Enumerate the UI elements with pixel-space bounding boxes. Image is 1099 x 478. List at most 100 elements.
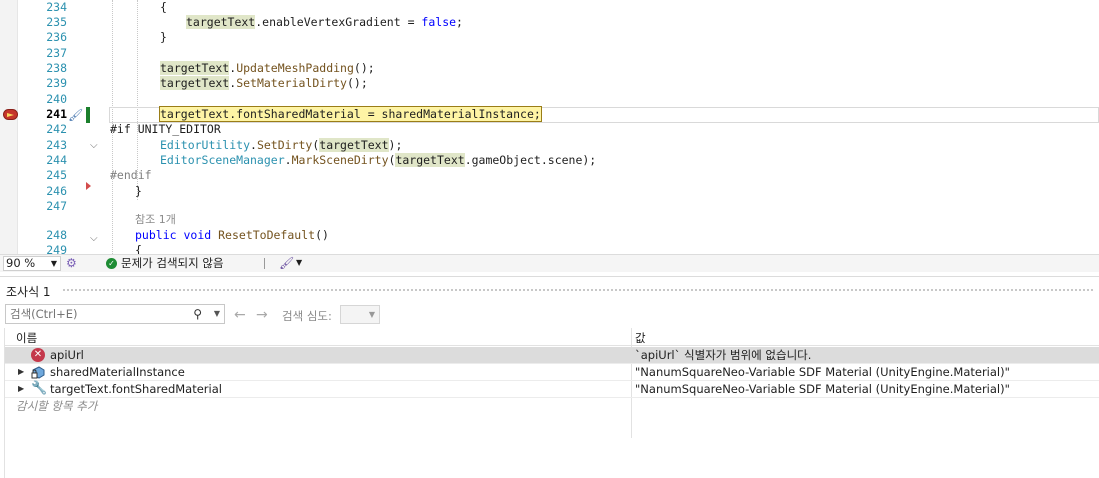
- code-line[interactable]: 237: [0, 46, 1099, 62]
- code-line[interactable]: 240: [0, 92, 1099, 108]
- code-text[interactable]: }: [160, 30, 167, 46]
- code-line[interactable]: 249 {: [0, 243, 1099, 254]
- code-line[interactable]: 245 #endif: [0, 168, 1099, 184]
- code-line[interactable]: 242 #if UNITY_EDITOR: [0, 122, 1099, 138]
- search-next-arrow-icon[interactable]: →: [256, 307, 268, 323]
- code-text[interactable]: targetText.SetMaterialDirty();: [160, 76, 368, 92]
- expand-arrow-icon[interactable]: ▶: [18, 364, 24, 380]
- edit-continue-icon[interactable]: 🖌: [68, 108, 83, 122]
- watch-value[interactable]: `apiUrl` 식별자가 범위에 없습니다.: [635, 347, 811, 363]
- code-line[interactable]: 234 {: [0, 0, 1099, 16]
- code-line[interactable]: 244 EditorSceneManager.MarkSceneDirty(tar…: [0, 153, 1099, 169]
- divider: [264, 258, 265, 269]
- line-number: 248: [46, 228, 67, 242]
- watch-name[interactable]: targetText.fontSharedMaterial: [50, 381, 222, 397]
- code-token: #if UNITY_EDITOR: [110, 122, 221, 136]
- grid-header: 이름 값: [5, 328, 1099, 346]
- line-number: 239: [46, 76, 67, 90]
- line-number: 241: [46, 107, 67, 121]
- code-line[interactable]: 243 EditorUtility.SetDirty(targetText);: [0, 138, 1099, 154]
- line-number: 234: [46, 0, 67, 14]
- code-text[interactable]: EditorUtility.SetDirty(targetText);: [160, 138, 402, 154]
- watch-row[interactable]: ✕ apiUrl `apiUrl` 식별자가 범위에 없습니다.: [5, 347, 1099, 364]
- panel-title: 조사식 1: [6, 285, 51, 299]
- code-token: targetText: [319, 138, 389, 152]
- zoom-select[interactable]: 90 % ▼: [3, 256, 61, 271]
- column-header-value[interactable]: 값: [635, 330, 646, 346]
- watch-name[interactable]: apiUrl: [50, 347, 84, 363]
- search-box[interactable]: ⚲ ▼: [5, 304, 225, 324]
- code-line[interactable]: 239 targetText.SetMaterialDirty();: [0, 76, 1099, 92]
- code-cleanup-icon[interactable]: 🖌: [279, 256, 294, 270]
- line-number: 242: [46, 122, 67, 136]
- code-token: targetText: [186, 15, 256, 29]
- code-token: void: [183, 228, 212, 242]
- code-line[interactable]: 246}: [0, 184, 1099, 200]
- search-icon[interactable]: ⚲: [193, 307, 202, 321]
- code-text[interactable]: 참조 1개: [135, 212, 176, 228]
- code-token: );: [388, 138, 403, 152]
- code-token: SetDirty: [256, 138, 313, 152]
- watch-name[interactable]: sharedMaterialInstance: [50, 364, 185, 380]
- panel-grip[interactable]: [62, 288, 1094, 293]
- code-text[interactable]: {: [135, 243, 142, 254]
- code-line[interactable]: 238 targetText.UpdateMeshPadding();: [0, 61, 1099, 77]
- code-text[interactable]: public void ResetToDefault(): [135, 228, 329, 244]
- add-watch-row[interactable]: 감시할 항목 추가: [5, 398, 1099, 415]
- code-text[interactable]: targetText.enableVertexGradient = false;: [186, 15, 463, 31]
- code-editor[interactable]: 234 {235 targetText.enableVertexGradient =…: [0, 0, 1099, 254]
- code-token: .: [250, 138, 257, 152]
- search-input[interactable]: [6, 305, 191, 323]
- code-line[interactable]: 참조 1개: [0, 212, 1099, 228]
- line-number: 245: [46, 168, 67, 182]
- add-watch-placeholder[interactable]: 감시할 항목 추가: [16, 398, 97, 414]
- code-token: {: [160, 0, 167, 14]
- line-number: 246: [46, 184, 67, 198]
- issues-status[interactable]: 문제가 검색되지 않음: [121, 256, 224, 271]
- code-line[interactable]: 235 targetText.enableVertexGradient = fal…: [0, 15, 1099, 31]
- code-text[interactable]: targetText.UpdateMeshPadding();: [160, 61, 375, 77]
- code-text[interactable]: {: [160, 0, 167, 16]
- fold-chevron-icon[interactable]: ⌵: [90, 140, 99, 151]
- line-number: 238: [46, 61, 67, 75]
- code-token: {: [135, 243, 142, 254]
- code-token: .enableVertexGradient =: [255, 15, 422, 29]
- watch-grid: 이름 값 ✕ apiUrl `apiUrl` 식별자가 범위에 없습니다. ▶ …: [4, 328, 1099, 478]
- code-token: targetText: [160, 76, 230, 90]
- intellicode-icon[interactable]: ⚙: [66, 256, 77, 270]
- chevron-down-icon: ▼: [50, 259, 57, 268]
- watch-row[interactable]: ▶ 🔧 targetText.fontSharedMaterial "Nanum…: [5, 381, 1099, 398]
- watch-row[interactable]: ▶ sharedMaterialInstance "NanumSquareNeo…: [5, 364, 1099, 381]
- search-depth-select[interactable]: ▼: [340, 305, 380, 324]
- code-token: ;: [456, 15, 463, 29]
- chevron-down-icon[interactable]: ▼: [296, 258, 302, 267]
- expand-arrow-icon[interactable]: ▶: [18, 381, 24, 397]
- code-text[interactable]: EditorSceneManager.MarkSceneDirty(target…: [160, 153, 596, 169]
- code-token: #endif: [110, 168, 152, 182]
- chevron-down-icon[interactable]: ▼: [214, 309, 220, 318]
- column-header-name[interactable]: 이름: [16, 330, 37, 346]
- code-line[interactable]: 248 public void ResetToDefault(): [0, 228, 1099, 244]
- execution-pointer-icon[interactable]: [3, 109, 18, 120]
- code-text[interactable]: #if UNITY_EDITOR: [110, 122, 221, 138]
- fold-chevron-icon[interactable]: ⌵: [90, 233, 99, 244]
- search-previous-arrow-icon[interactable]: ←: [234, 307, 246, 323]
- code-token: targetText: [395, 153, 465, 167]
- error-icon: ✕: [31, 348, 45, 362]
- property-wrench-icon: 🔧: [31, 381, 48, 396]
- code-text[interactable]: }: [135, 184, 142, 200]
- code-token: ();: [353, 61, 375, 75]
- code-token: targetText.fontSharedMaterial = sharedMa…: [159, 106, 542, 122]
- code-line[interactable]: 241 targetText.fontSharedMaterial = share…: [0, 106, 1099, 123]
- field-lock-icon: [31, 366, 45, 379]
- code-token: public: [135, 228, 177, 242]
- watch-value[interactable]: "NanumSquareNeo-Variable SDF Material (U…: [635, 364, 1010, 380]
- code-token: }: [160, 30, 167, 44]
- watch-value[interactable]: "NanumSquareNeo-Variable SDF Material (U…: [635, 381, 1010, 397]
- code-token: ();: [346, 76, 368, 90]
- code-line[interactable]: 236}: [0, 30, 1099, 46]
- chevron-down-icon: ▼: [368, 310, 375, 319]
- code-token: targetText: [160, 61, 230, 75]
- code-text[interactable]: #endif: [110, 168, 152, 184]
- code-text[interactable]: targetText.fontSharedMaterial = sharedMa…: [159, 106, 542, 123]
